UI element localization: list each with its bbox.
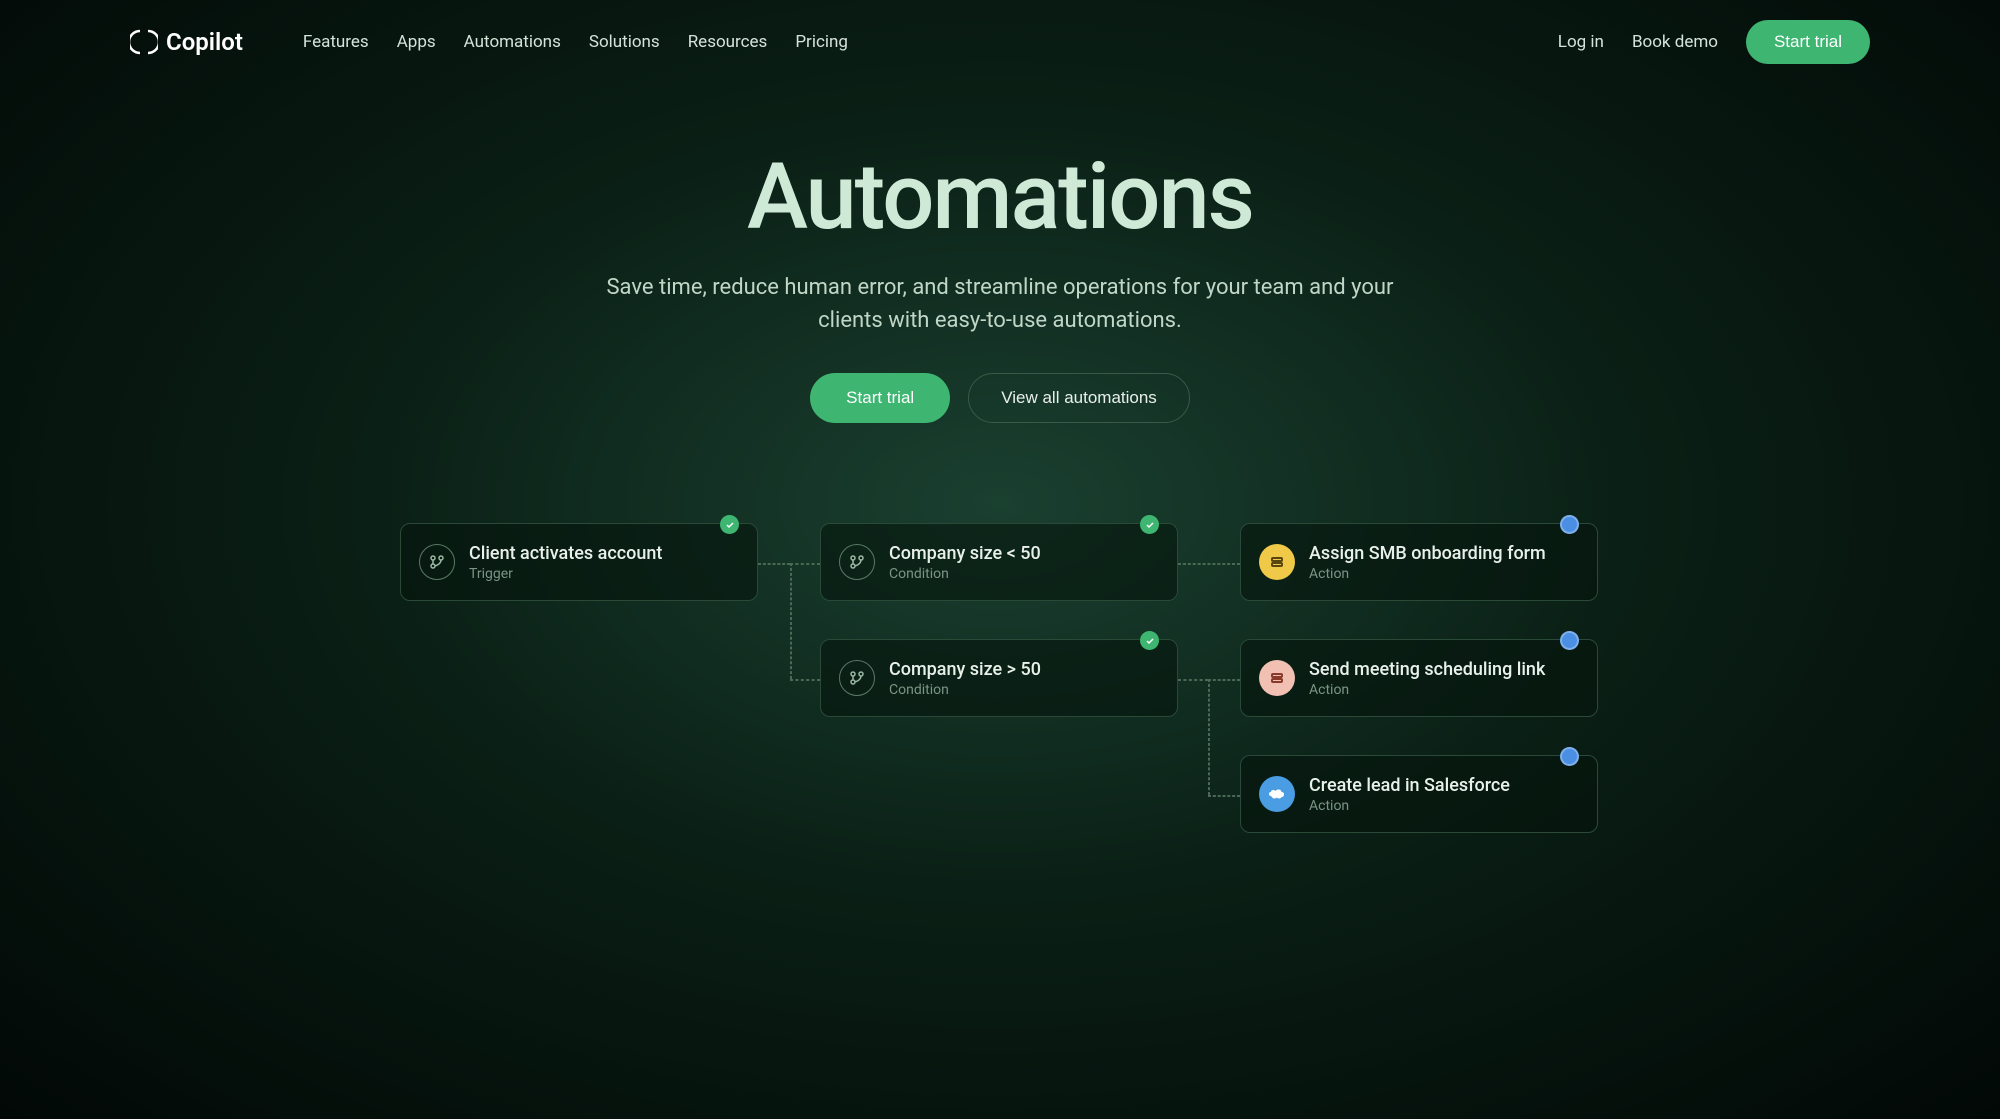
card-sub: Trigger bbox=[469, 566, 662, 582]
brand-logo[interactable]: Copilot bbox=[130, 28, 243, 56]
connector-line bbox=[1178, 563, 1240, 565]
form-icon bbox=[1259, 544, 1295, 580]
connector-line bbox=[1208, 795, 1240, 797]
connector-line bbox=[1208, 679, 1210, 795]
workflow-card-condition: Company size < 50 Condition bbox=[820, 523, 1178, 601]
nav-resources[interactable]: Resources bbox=[688, 32, 768, 52]
hero-section: Automations Save time, reduce human erro… bbox=[0, 84, 2000, 463]
connector-line bbox=[758, 563, 790, 565]
brand-name: Copilot bbox=[166, 28, 243, 56]
card-sub: Condition bbox=[889, 566, 1041, 582]
view-all-automations-button[interactable]: View all automations bbox=[968, 373, 1190, 423]
connector-line bbox=[1208, 679, 1240, 681]
card-sub: Action bbox=[1309, 682, 1545, 698]
status-running-icon bbox=[1560, 631, 1579, 650]
automation-diagram: Client activates account Trigger Company… bbox=[400, 523, 1600, 903]
card-title: Create lead in Salesforce bbox=[1309, 775, 1510, 796]
page-title: Automations bbox=[20, 144, 1980, 251]
nav-pricing[interactable]: Pricing bbox=[795, 32, 848, 52]
main-nav: Features Apps Automations Solutions Reso… bbox=[303, 32, 848, 52]
workflow-card-action: Create lead in Salesforce Action bbox=[1240, 755, 1598, 833]
workflow-card-action: Assign SMB onboarding form Action bbox=[1240, 523, 1598, 601]
status-running-icon bbox=[1560, 747, 1579, 766]
status-check-icon bbox=[1140, 631, 1159, 650]
workflow-card-condition: Company size > 50 Condition bbox=[820, 639, 1178, 717]
card-text: Client activates account Trigger bbox=[469, 543, 662, 582]
nav-features[interactable]: Features bbox=[303, 32, 369, 52]
card-title: Company size < 50 bbox=[889, 543, 1041, 564]
salesforce-icon bbox=[1259, 776, 1295, 812]
nav-apps[interactable]: Apps bbox=[397, 32, 436, 52]
hero-start-trial-button[interactable]: Start trial bbox=[810, 373, 950, 423]
start-trial-button[interactable]: Start trial bbox=[1746, 20, 1870, 64]
logo-mark-icon bbox=[130, 28, 158, 56]
card-sub: Condition bbox=[889, 682, 1041, 698]
connector-line bbox=[790, 679, 820, 681]
nav-automations[interactable]: Automations bbox=[464, 32, 561, 52]
status-check-icon bbox=[720, 515, 739, 534]
login-link[interactable]: Log in bbox=[1558, 32, 1604, 52]
calendar-icon bbox=[1259, 660, 1295, 696]
book-demo-link[interactable]: Book demo bbox=[1632, 32, 1718, 52]
header-actions: Log in Book demo Start trial bbox=[1558, 20, 1870, 64]
card-text: Create lead in Salesforce Action bbox=[1309, 775, 1510, 814]
status-running-icon bbox=[1560, 515, 1579, 534]
card-sub: Action bbox=[1309, 566, 1546, 582]
branch-icon bbox=[419, 544, 455, 580]
workflow-card-action: Send meeting scheduling link Action bbox=[1240, 639, 1598, 717]
connector-line bbox=[1178, 679, 1208, 681]
card-sub: Action bbox=[1309, 798, 1510, 814]
hero-cta-group: Start trial View all automations bbox=[20, 373, 1980, 423]
card-title: Company size > 50 bbox=[889, 659, 1041, 680]
page-subtitle: Save time, reduce human error, and strea… bbox=[590, 271, 1410, 337]
card-text: Assign SMB onboarding form Action bbox=[1309, 543, 1546, 582]
card-text: Company size < 50 Condition bbox=[889, 543, 1041, 582]
card-text: Send meeting scheduling link Action bbox=[1309, 659, 1545, 698]
card-title: Send meeting scheduling link bbox=[1309, 659, 1545, 680]
branch-icon bbox=[839, 660, 875, 696]
workflow-card-trigger: Client activates account Trigger bbox=[400, 523, 758, 601]
nav-solutions[interactable]: Solutions bbox=[589, 32, 660, 52]
main-header: Copilot Features Apps Automations Soluti… bbox=[0, 0, 2000, 84]
connector-line bbox=[790, 563, 792, 679]
branch-icon bbox=[839, 544, 875, 580]
card-text: Company size > 50 Condition bbox=[889, 659, 1041, 698]
card-title: Client activates account bbox=[469, 543, 662, 564]
status-check-icon bbox=[1140, 515, 1159, 534]
card-title: Assign SMB onboarding form bbox=[1309, 543, 1546, 564]
connector-line bbox=[790, 563, 820, 565]
